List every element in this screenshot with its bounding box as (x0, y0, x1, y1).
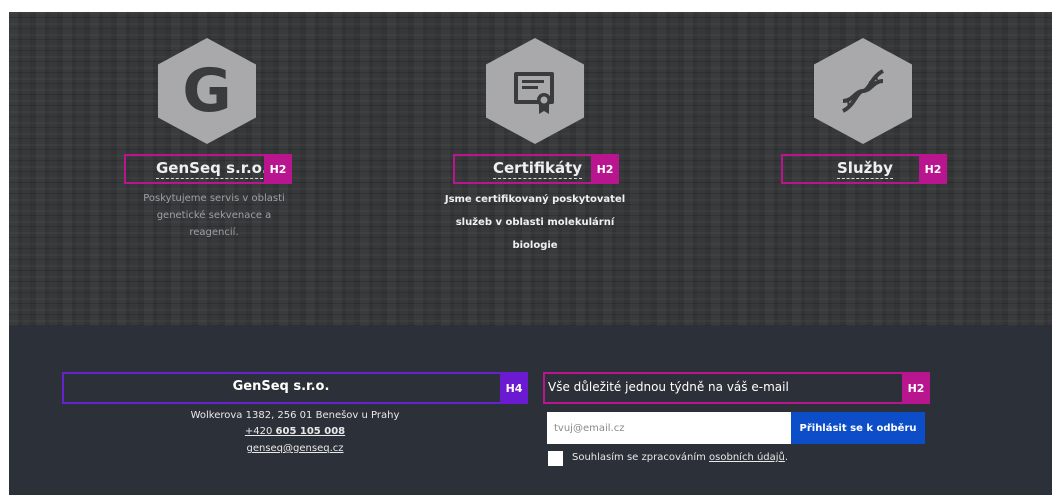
consent-label: Souhlasím se zpracováním osobních údajů. (572, 452, 789, 463)
footer-company-heading: GenSeq s.r.o. H4 (62, 372, 528, 404)
feature-title-sluzby[interactable]: Služby (837, 159, 893, 179)
subscribe-button[interactable]: Přihlásit se k odběru (791, 412, 925, 444)
newsletter-email-input[interactable] (547, 412, 791, 444)
feature-description-genseq: Poskytujeme servis v oblasti genetické s… (143, 193, 285, 238)
footer-company-title: GenSeq s.r.o. (232, 379, 330, 394)
heading-tag: H4 (500, 372, 528, 404)
consent-checkbox[interactable] (548, 451, 563, 466)
g-letter-icon: G (158, 38, 256, 144)
feature-heading-genseq: GenSeq s.r.o. H2 (124, 154, 292, 184)
certificate-icon (486, 38, 584, 144)
footer-email-link[interactable]: genseq@genseq.cz (62, 441, 528, 457)
heading-tag: H2 (591, 154, 619, 184)
newsletter-heading: Vše důležité jednou týdně na váš e-mail … (543, 372, 930, 404)
feature-heading-certifikaty: Certifikáty H2 (453, 154, 619, 184)
dna-icon (814, 38, 912, 144)
heading-tag: H2 (264, 154, 292, 184)
heading-tag: H2 (902, 372, 930, 404)
privacy-link[interactable]: osobních údajů (709, 452, 785, 463)
footer-phone-link[interactable]: +420 605 105 008 (62, 424, 528, 440)
heading-tag: H2 (919, 154, 947, 184)
feature-heading-sluzby: Služby H2 (781, 154, 947, 184)
feature-description-certifikaty: Jsme certifikovaný poskytovatel služeb v… (444, 194, 626, 251)
footer-address: Wolkerova 1382, 256 01 Benešov u Prahy (190, 410, 400, 421)
feature-title-certifikaty[interactable]: Certifikáty (493, 159, 583, 179)
feature-title-genseq[interactable]: GenSeq s.r.o. (156, 159, 268, 179)
newsletter-title: Vše důležité jednou týdně na váš e-mail (548, 380, 789, 394)
